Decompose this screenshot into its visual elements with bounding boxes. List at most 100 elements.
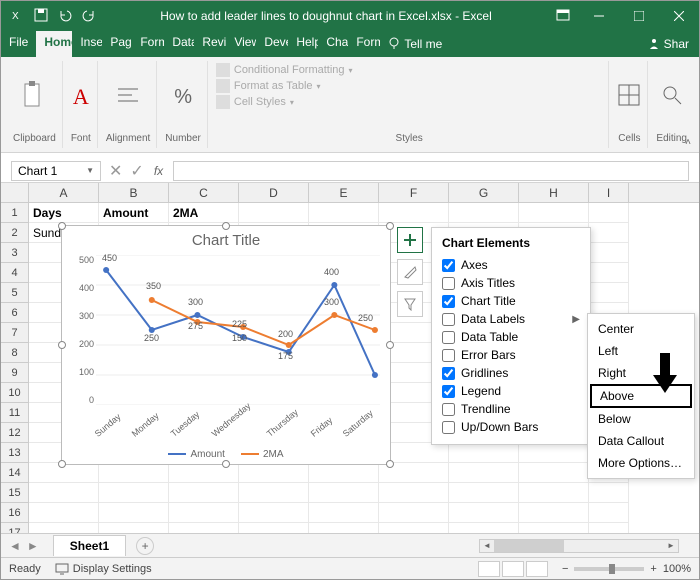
- cell[interactable]: [309, 203, 379, 223]
- tab-data[interactable]: Data: [164, 31, 194, 57]
- scroll-left-icon[interactable]: ◄: [480, 540, 494, 552]
- checkbox[interactable]: [442, 259, 455, 272]
- horizontal-scrollbar[interactable]: ◄ ►: [479, 539, 679, 553]
- view-page-break[interactable]: [526, 561, 548, 577]
- tab-file[interactable]: File: [1, 31, 36, 57]
- cell[interactable]: Amount: [99, 203, 169, 223]
- sheet-tab[interactable]: Sheet1: [53, 535, 126, 556]
- chart-element-trendline[interactable]: Trendline: [442, 400, 580, 418]
- chart-element-chart-title[interactable]: Chart Title: [442, 292, 580, 310]
- chart-element-legend[interactable]: Legend: [442, 382, 580, 400]
- row-header[interactable]: 6: [1, 303, 29, 323]
- cell[interactable]: [379, 503, 449, 523]
- chart-elements-button[interactable]: [397, 227, 423, 253]
- formula-input[interactable]: [173, 161, 689, 181]
- chart-object[interactable]: Chart Title 500 400 300 200 100 0 450 35…: [61, 225, 391, 465]
- scroll-right-icon[interactable]: ►: [664, 540, 678, 552]
- cell[interactable]: [29, 483, 99, 503]
- chart-filters-button[interactable]: [397, 291, 423, 317]
- tab-page[interactable]: Page: [102, 31, 132, 57]
- save-icon[interactable]: [33, 7, 49, 26]
- chart-element-data-labels[interactable]: Data Labels▶: [442, 310, 580, 328]
- cell[interactable]: [239, 483, 309, 503]
- zoom-slider[interactable]: [574, 567, 644, 571]
- cell[interactable]: [239, 203, 309, 223]
- col-header[interactable]: D: [239, 183, 309, 202]
- row-header[interactable]: 8: [1, 343, 29, 363]
- fn-enter-icon[interactable]: ✓: [130, 161, 143, 181]
- submenu-data-callout[interactable]: Data Callout: [588, 430, 694, 452]
- cell[interactable]: [29, 503, 99, 523]
- cell[interactable]: [99, 483, 169, 503]
- cell[interactable]: [519, 483, 589, 503]
- cell[interactable]: [589, 483, 629, 503]
- col-header[interactable]: A: [29, 183, 99, 202]
- cell-styles[interactable]: Cell Styles ▾: [216, 95, 353, 109]
- cell[interactable]: [99, 463, 169, 483]
- cell[interactable]: [519, 203, 589, 223]
- cell[interactable]: [379, 483, 449, 503]
- font-icon[interactable]: A: [73, 84, 89, 110]
- chart-element-up-down-bars[interactable]: Up/Down Bars: [442, 418, 580, 436]
- checkbox[interactable]: [442, 385, 455, 398]
- row-header[interactable]: 5: [1, 283, 29, 303]
- tab-home[interactable]: Home: [36, 31, 72, 57]
- checkbox[interactable]: [442, 313, 455, 326]
- cell[interactable]: [589, 203, 629, 223]
- cell[interactable]: [309, 463, 379, 483]
- name-box[interactable]: Chart 1 ▼: [11, 161, 101, 181]
- row-header[interactable]: 2: [1, 223, 29, 243]
- row-header[interactable]: 4: [1, 263, 29, 283]
- chart-element-axis-titles[interactable]: Axis Titles: [442, 274, 580, 292]
- chart-legend[interactable]: Amount 2MA: [62, 449, 390, 460]
- checkbox[interactable]: [442, 331, 455, 344]
- cell[interactable]: [589, 243, 629, 263]
- row-header[interactable]: 3: [1, 243, 29, 263]
- row-header[interactable]: 13: [1, 443, 29, 463]
- col-header[interactable]: F: [379, 183, 449, 202]
- col-header[interactable]: C: [169, 183, 239, 202]
- tell-me[interactable]: Tell me: [380, 31, 450, 57]
- cell[interactable]: [449, 203, 519, 223]
- display-settings[interactable]: Display Settings: [55, 563, 152, 575]
- tab-developer[interactable]: Deve: [256, 31, 288, 57]
- add-sheet-button[interactable]: +: [136, 537, 154, 555]
- tab-view[interactable]: View: [226, 31, 256, 57]
- cell[interactable]: [589, 503, 629, 523]
- fx-label[interactable]: fx: [144, 164, 173, 178]
- cell[interactable]: [169, 503, 239, 523]
- align-icon[interactable]: [116, 85, 140, 110]
- maximize-button[interactable]: [619, 1, 659, 31]
- row-header[interactable]: 12: [1, 423, 29, 443]
- cell[interactable]: [589, 283, 629, 303]
- format-as-table[interactable]: Format as Table ▾: [216, 79, 353, 93]
- chart-title[interactable]: Chart Title: [62, 226, 390, 255]
- cell[interactable]: [449, 463, 519, 483]
- col-header[interactable]: E: [309, 183, 379, 202]
- row-header[interactable]: 7: [1, 323, 29, 343]
- redo-icon[interactable]: [81, 7, 97, 26]
- tab-formulas[interactable]: Form: [132, 31, 164, 57]
- row-header[interactable]: 9: [1, 363, 29, 383]
- cell[interactable]: [519, 503, 589, 523]
- row-header[interactable]: 15: [1, 483, 29, 503]
- close-button[interactable]: [659, 1, 699, 31]
- cell[interactable]: [239, 503, 309, 523]
- submenu-below[interactable]: Below: [588, 408, 694, 430]
- percent-icon[interactable]: %: [174, 86, 192, 109]
- cell[interactable]: [449, 483, 519, 503]
- col-header[interactable]: H: [519, 183, 589, 202]
- row-header[interactable]: 11: [1, 403, 29, 423]
- cell[interactable]: 2MA: [169, 203, 239, 223]
- checkbox[interactable]: [442, 421, 455, 434]
- checkbox[interactable]: [442, 367, 455, 380]
- cell[interactable]: [169, 483, 239, 503]
- cell[interactable]: [519, 443, 589, 463]
- select-all-corner[interactable]: [1, 183, 29, 202]
- submenu-more-options[interactable]: More Options…: [588, 452, 694, 474]
- fn-cancel-icon[interactable]: ✕: [101, 161, 130, 181]
- cell[interactable]: [379, 203, 449, 223]
- zoom-value[interactable]: 100%: [663, 563, 691, 575]
- cell[interactable]: [309, 483, 379, 503]
- tab-insert[interactable]: Insert: [72, 31, 102, 57]
